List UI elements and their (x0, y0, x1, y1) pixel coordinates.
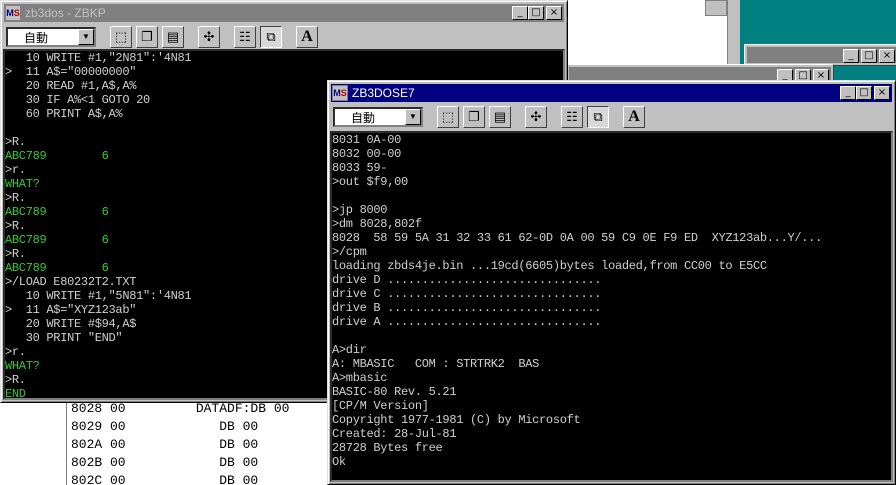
background-window-edge (727, 0, 740, 66)
properties-icon[interactable]: ☷ (234, 26, 256, 48)
select-icon[interactable]: ⬚ (110, 26, 132, 48)
terminal-line: 8031 0A-00 (332, 133, 402, 147)
background-icon[interactable]: ⧉ (587, 106, 609, 128)
copy-icon[interactable]: ❐ (463, 106, 485, 128)
font-icon[interactable]: A (623, 106, 645, 128)
close-button[interactable]: × (546, 6, 562, 20)
terminal-line: Copyright 1977-1981 (C) by Microsoft (332, 413, 581, 427)
window-title: ZB3DOSE7 (352, 86, 415, 100)
zbkp-toolbar: 自動 ▼ ⬚ ❐ ▤ ✣ ☷ ⧉ A (4, 24, 564, 50)
zb3dose7-terminal[interactable]: 8031 0A-00 8032 00-00 8033 59- >out $f9,00 >… (330, 131, 893, 482)
zb3dose7-window[interactable]: MS ZB3DOSE7 _ □ × 自動 ▼ ⬚ ❐ ▤ ✣ ☷ ⧉ A 803… (327, 80, 896, 485)
terminal-line: >dm 8028,802f (332, 217, 422, 231)
font-size-combo[interactable]: 自動 ▼ (6, 27, 96, 47)
chevron-down-icon[interactable]: ▼ (405, 109, 421, 125)
window-title: zb3dos - ZBKP (25, 6, 106, 20)
minimized-window-1[interactable]: _ □ × (744, 44, 896, 66)
terminal-line: 10 WRITE #1,"2N81":'4N81 (5, 51, 192, 65)
close-button[interactable]: × (874, 86, 890, 100)
properties-icon[interactable]: ☷ (561, 106, 583, 128)
listing-line: 802A 00 DB 00 (71, 437, 259, 452)
terminal-line: drive A ............................... (332, 315, 602, 329)
listing-line: 8029 00 DB 00 (71, 419, 259, 434)
assembler-listing: 8028 00 DATADF:DB 00 8029 00 DB 00 802A 00… (67, 400, 336, 485)
terminal-line: > 11 A$="00000000" (5, 65, 137, 79)
terminal-line: drive D ............................... (332, 273, 602, 287)
terminal-line: >jp 8000 (332, 203, 388, 217)
assembler-listing-window: 8028 00 DATADF:DB 00 8029 00 DB 00 802A 00… (66, 400, 336, 485)
listing-line: 802C 00 DB 00 (71, 473, 259, 485)
terminal-line: A: MBASIC COM : STRTRK2 BAS (332, 357, 540, 371)
zb3dose7-terminal-text: 8031 0A-00 8032 00-00 8033 59- >out $f9,00 >… (332, 133, 891, 469)
terminal-line: drive B ............................... (332, 301, 602, 315)
fullscreen-icon[interactable]: ✣ (198, 26, 220, 48)
font-size-combo[interactable]: 自動 ▼ (333, 107, 423, 127)
copy-icon[interactable]: ❐ (136, 26, 158, 48)
zbkp-titlebar[interactable]: MS zb3dos - ZBKP _ □ × (4, 4, 564, 22)
terminal-line: >/cpm (332, 245, 367, 259)
terminal-line: loading zbds4je.bin ...19cd(6605)bytes l… (332, 259, 767, 273)
maximize-button[interactable]: □ (856, 86, 872, 100)
maximize-button[interactable]: □ (528, 6, 544, 20)
paste-icon[interactable]: ▤ (489, 106, 511, 128)
zb3dose7-titlebar[interactable]: MS ZB3DOSE7 _ □ × (331, 84, 892, 102)
terminal-line: drive C ............................... (332, 287, 602, 301)
background-icon[interactable]: ⧉ (260, 26, 282, 48)
terminal-line: [CP/M Version] (332, 399, 429, 413)
zb3dose7-toolbar: 自動 ▼ ⬚ ❐ ▤ ✣ ☷ ⧉ A (331, 104, 892, 130)
app-icon[interactable]: MS (5, 5, 21, 21)
scrollbar-arrow[interactable] (705, 0, 727, 16)
fullscreen-icon[interactable]: ✣ (525, 106, 547, 128)
select-icon[interactable]: ⬚ (437, 106, 459, 128)
terminal-line: BASIC-80 Rev. 5.21 (332, 385, 457, 399)
listing-line: 802B 00 DB 00 (71, 455, 259, 470)
font-icon[interactable]: A (296, 26, 318, 48)
terminal-line: A>mbasic (332, 371, 388, 385)
paste-icon[interactable]: ▤ (162, 26, 184, 48)
app-icon[interactable]: MS (332, 85, 348, 101)
terminal-line: 8028 58 59 5A 31 32 33 61 62-0D 0A 00 59… (332, 231, 822, 245)
terminal-line: Ok (332, 455, 346, 469)
terminal-line: 8032 00-00 (332, 147, 402, 161)
terminal-line: >out $f9,00 (332, 175, 408, 189)
chevron-down-icon[interactable]: ▼ (78, 29, 94, 45)
terminal-line: A>dir (332, 343, 367, 357)
terminal-line: 8033 59- (332, 161, 388, 175)
terminal-line: 28728 Bytes free (332, 441, 443, 455)
terminal-line: Created: 28-Jul-81 (332, 427, 457, 441)
minimize-button[interactable]: _ (512, 6, 528, 20)
minimize-button[interactable]: _ (840, 86, 856, 100)
